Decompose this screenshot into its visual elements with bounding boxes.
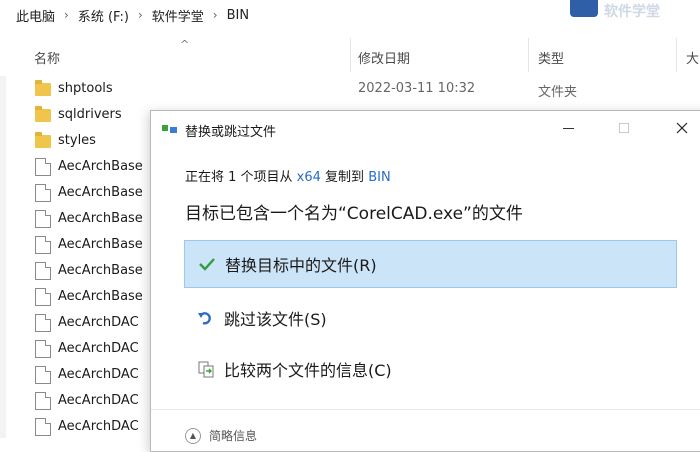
breadcrumb-item-folder[interactable]: 软件学堂 xyxy=(152,6,204,25)
skip-file-option[interactable]: 跳过该文件(S) xyxy=(184,294,677,342)
source-folder-link[interactable]: x64 xyxy=(297,170,321,185)
skip-arrow-icon xyxy=(196,308,216,328)
chevron-right-icon: › xyxy=(212,8,218,22)
file-date: 2022-03-11 10:32 xyxy=(358,81,476,96)
column-header: 名称 ^ 修改日期 类型 大 xyxy=(0,38,700,72)
file-icon xyxy=(35,340,51,358)
file-name: AecArchBase xyxy=(58,159,143,174)
file-icon xyxy=(35,288,51,306)
file-icon xyxy=(35,262,51,280)
minimize-button[interactable] xyxy=(545,111,591,145)
compare-files-option[interactable]: 比较两个文件的信息(C) xyxy=(184,345,677,393)
file-icon xyxy=(35,210,51,228)
watermark-logo: 软件学堂 xyxy=(570,0,660,22)
compare-files-label: 比较两个文件的信息(C) xyxy=(224,361,392,380)
file-name: AecArchDAC xyxy=(58,367,139,382)
checkmark-icon xyxy=(197,254,217,274)
column-divider[interactable] xyxy=(528,38,529,72)
dialog-title: 替换或跳过文件 xyxy=(185,125,277,140)
close-button[interactable] xyxy=(659,111,700,145)
file-name: AecArchBase xyxy=(58,237,143,252)
subtitle-mid: 复制到 xyxy=(320,170,369,185)
column-divider[interactable] xyxy=(676,38,677,72)
replace-file-label: 替换目标中的文件(R) xyxy=(225,256,377,275)
file-name: AecArchBase xyxy=(58,211,143,226)
folder-icon xyxy=(35,106,51,122)
file-name: styles xyxy=(58,133,96,148)
file-icon xyxy=(35,392,51,410)
column-size[interactable]: 大 xyxy=(686,48,699,67)
maximize-button[interactable] xyxy=(601,111,647,145)
replace-file-option[interactable]: 替换目标中的文件(R) xyxy=(184,240,677,288)
file-name: sqldrivers xyxy=(58,107,122,122)
watermark-logo-icon xyxy=(570,0,598,17)
file-icon xyxy=(35,236,51,254)
file-icon xyxy=(35,184,51,202)
copy-arrows-icon xyxy=(162,123,178,135)
column-divider[interactable] xyxy=(350,38,351,72)
file-name: AecArchDAC xyxy=(58,315,139,330)
skip-file-label: 跳过该文件(S) xyxy=(224,310,327,329)
watermark-text: 软件学堂 xyxy=(604,4,660,20)
copy-progress-text: 正在将 1 个项目从 x64 复制到 BIN xyxy=(185,166,391,185)
file-name: AecArchDAC xyxy=(58,341,139,356)
folder-icon xyxy=(35,132,51,148)
file-name: AecArchBase xyxy=(58,185,143,200)
column-name[interactable]: 名称 xyxy=(34,48,60,67)
chevron-up-icon: ▲ xyxy=(185,427,201,444)
subtitle-prefix: 正在将 1 个项目从 xyxy=(185,170,297,185)
file-icon xyxy=(35,314,51,332)
dialog-titlebar[interactable]: 替换或跳过文件 xyxy=(151,111,700,147)
sort-ascending-icon: ^ xyxy=(180,38,190,51)
compare-files-icon xyxy=(196,359,216,379)
file-name: shptools xyxy=(58,81,113,96)
fewer-details-toggle[interactable]: ▲ 简略信息 xyxy=(185,427,257,444)
conflict-headline: 目标已包含一个名为“CorelCAD.exe”的文件 xyxy=(185,204,523,224)
file-name: AecArchDAC xyxy=(58,393,139,408)
maximize-icon xyxy=(619,123,629,133)
file-icon xyxy=(35,158,51,176)
file-icon xyxy=(35,418,51,436)
folder-icon xyxy=(35,80,51,96)
minimize-icon xyxy=(562,127,574,129)
file-row[interactable]: shptools 2022-03-11 10:32 文件夹 xyxy=(0,76,700,102)
breadcrumb-item-drive[interactable]: 系统 (F:) xyxy=(78,6,129,25)
file-name: AecArchDAC xyxy=(58,419,139,434)
file-name: AecArchBase xyxy=(58,263,143,278)
file-icon xyxy=(35,366,51,384)
file-name: AecArchBase xyxy=(58,289,143,304)
chevron-right-icon: › xyxy=(137,8,143,22)
column-date[interactable]: 修改日期 xyxy=(358,48,410,67)
destination-folder-link[interactable]: BIN xyxy=(368,170,390,185)
breadcrumb-item-this-pc[interactable]: 此电脑 xyxy=(16,6,55,25)
footer-divider xyxy=(151,409,700,410)
close-icon xyxy=(676,122,688,134)
chevron-right-icon: › xyxy=(64,8,69,22)
breadcrumb-item-bin[interactable]: BIN xyxy=(227,8,249,23)
column-type[interactable]: 类型 xyxy=(538,48,564,67)
file-type: 文件夹 xyxy=(538,85,578,100)
fewer-details-label: 简略信息 xyxy=(209,429,258,443)
replace-or-skip-dialog: 替换或跳过文件 正在将 1 个项目从 x64 复制到 BIN 目标已包含一个名为… xyxy=(150,110,700,452)
